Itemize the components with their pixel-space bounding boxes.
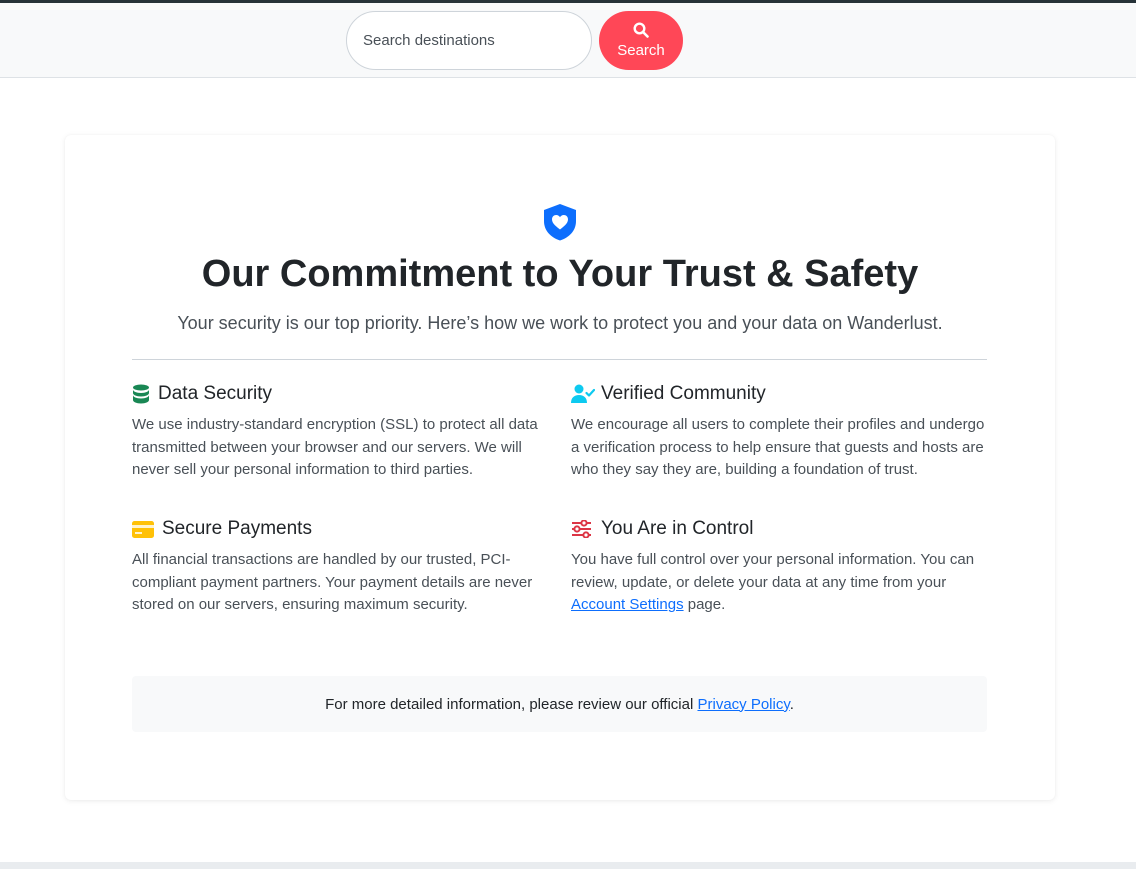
privacy-policy-link[interactable]: Privacy Policy [697, 696, 789, 713]
database-icon [132, 384, 154, 404]
feature-text: All financial transactions are handled b… [132, 551, 533, 613]
credit-card-icon [132, 519, 158, 539]
feature-secure-payments: Secure Payments All financial transactio… [132, 516, 552, 617]
page-title: Our Commitment to Your Trust & Safety [201, 253, 919, 295]
shield-heart-icon [544, 204, 576, 241]
footer-edge [0, 862, 1136, 869]
sliders-icon [571, 519, 597, 539]
search-icon [633, 22, 649, 38]
feature-text: You have full control over your personal… [571, 551, 975, 613]
feature-verified-community: Verified Community We encourage all user… [571, 381, 991, 482]
feature-data-security: Data Security We use industry-standard e… [132, 381, 552, 482]
feature-title: You Are in Control [601, 518, 754, 539]
page-subtitle: Your security is our top priority. Here’… [177, 313, 943, 333]
user-check-icon [571, 384, 597, 404]
section-divider [132, 359, 987, 360]
privacy-policy-notice: For more detailed information, please re… [132, 676, 987, 732]
feature-text: We use industry-standard encryption (SSL… [132, 416, 538, 478]
feature-text: We encourage all users to complete their… [571, 416, 985, 478]
trust-safety-card: Our Commitment to Your Trust & Safety Yo… [65, 135, 1055, 800]
header-bar: Search [0, 3, 1136, 78]
feature-title: Data Security [158, 383, 273, 404]
account-settings-link[interactable]: Account Settings [571, 596, 684, 613]
feature-title: Secure Payments [162, 518, 312, 539]
feature-you-are-in-control: You Are in Control You have full control… [571, 516, 991, 617]
feature-title: Verified Community [601, 383, 766, 404]
search-button[interactable]: Search [599, 11, 683, 70]
search-input[interactable] [346, 11, 592, 70]
search-button-label: Search [617, 42, 665, 59]
